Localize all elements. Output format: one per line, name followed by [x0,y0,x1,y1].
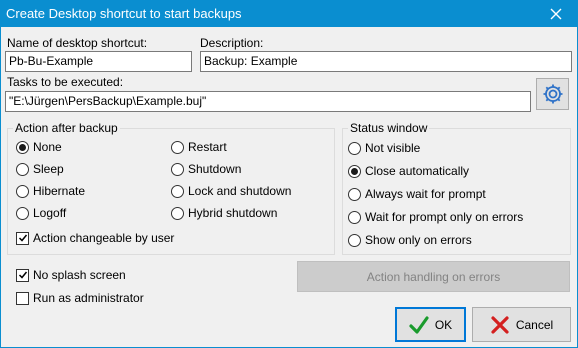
no-splash-checkbox[interactable]: No splash screen [16,267,126,283]
description-input[interactable]: Backup: Example [200,51,572,72]
shortcut-name-label: Name of desktop shortcut: [7,36,148,50]
settings-button[interactable] [536,78,569,110]
status-not-visible-radio[interactable]: Not visible [348,140,420,156]
title-bar: Create Desktop shortcut to start backups [0,0,578,27]
ok-label: OK [434,317,453,332]
action-hibernate-radio[interactable]: Hibernate [16,183,85,199]
status-close-automatically-radio[interactable]: Close automatically [348,163,469,179]
status-show-on-errors-radio[interactable]: Show only on errors [348,232,472,248]
run-as-admin-checkbox[interactable]: Run as administrator [16,290,144,306]
window-title: Create Desktop shortcut to start backups [6,6,242,21]
action-sleep-radio[interactable]: Sleep [16,161,64,177]
tasks-input[interactable]: "E:\Jürgen\PersBackup\Example.buj" [5,91,531,112]
gear-icon [543,84,562,104]
cancel-label: Cancel [515,317,554,332]
status-window-legend: Status window [348,121,430,135]
description-label: Description: [200,36,264,50]
checkmark-icon [16,268,29,282]
tasks-label: Tasks to be executed: [7,75,124,89]
action-changeable-checkbox[interactable]: Action changeable by user [16,230,174,246]
action-none-radio[interactable]: None [16,139,62,155]
status-always-wait-radio[interactable]: Always wait for prompt [348,186,486,202]
cross-icon [491,315,509,334]
checkmark-icon [409,315,429,334]
action-shutdown-radio[interactable]: Shutdown [171,161,241,177]
action-after-backup-legend: Action after backup [13,121,120,135]
action-hybrid-shutdown-radio[interactable]: Hybrid shutdown [171,205,277,221]
action-restart-radio[interactable]: Restart [171,139,227,155]
ok-button[interactable]: OK [395,307,466,342]
status-wait-on-errors-radio[interactable]: Wait for prompt only on errors [348,209,523,225]
action-lock-and-shutdown-radio[interactable]: Lock and shutdown [171,183,291,199]
shortcut-name-input[interactable]: Pb-Bu-Example [5,51,192,72]
checkmark-icon [16,231,29,245]
action-handling-button[interactable]: Action handling on errors [297,261,570,292]
cancel-button[interactable]: Cancel [472,307,571,342]
action-logoff-radio[interactable]: Logoff [16,205,66,221]
close-icon[interactable] [534,0,578,27]
